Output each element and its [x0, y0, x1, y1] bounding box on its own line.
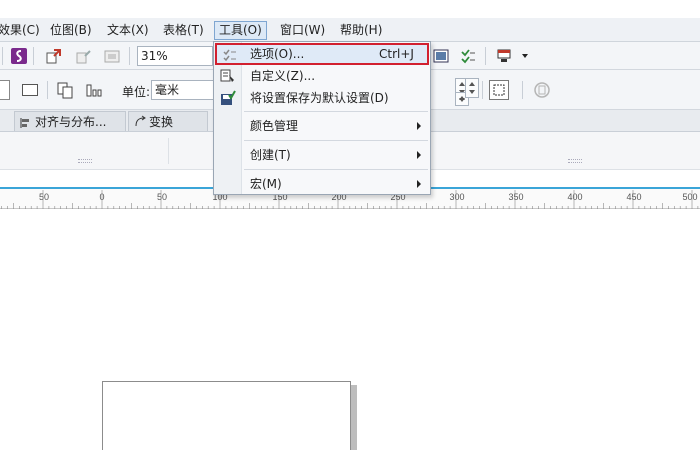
toolbar-separator [522, 81, 523, 99]
current-page-icon[interactable] [84, 80, 104, 100]
ruler-label: 350 [508, 192, 523, 202]
chevron-down-icon[interactable] [515, 46, 535, 66]
units-label: 单位: [122, 85, 151, 99]
menu-effects[interactable]: 效果(C) [0, 21, 44, 40]
menu-item-create[interactable]: 创建(T) [215, 144, 429, 166]
units-select[interactable]: 毫米 [151, 80, 215, 100]
submenu-arrow-icon [417, 180, 421, 188]
menu-item-color-management-label: 颜色管理 [250, 119, 299, 133]
menu-bar: 效果(C) 位图(B) 文本(X) 表格(T) 工具(O) 窗口(W) 帮助(H… [0, 18, 700, 42]
menu-item-create-label: 创建(T) [250, 148, 291, 162]
menu-item-options[interactable]: 选项(O)... Ctrl+J [215, 43, 429, 65]
menu-separator [244, 169, 428, 170]
units-value: 毫米 [155, 83, 180, 97]
corel-launcher-icon[interactable] [9, 46, 29, 66]
menu-item-macros[interactable]: 宏(M) [215, 173, 429, 195]
menu-item-save-defaults[interactable]: 将设置保存为默认设置(D) [215, 87, 429, 109]
view-manager-icon[interactable] [431, 46, 451, 66]
ruler-label: 300 [449, 192, 464, 202]
menu-item-customize[interactable]: 自定义(Z)... [215, 65, 429, 87]
menu-text[interactable]: 文本(X) [103, 21, 153, 40]
menu-item-save-defaults-label: 将设置保存为默认设置(D) [250, 91, 389, 105]
ruler-label: 50 [157, 192, 167, 202]
menu-separator [244, 111, 428, 112]
menu-bitmaps[interactable]: 位图(B) [46, 21, 96, 40]
all-pages-icon[interactable] [55, 80, 75, 100]
toolbar-separator [47, 81, 48, 99]
toolbar-separator [129, 47, 130, 65]
application-launcher-icon[interactable] [494, 46, 514, 66]
tab-transform[interactable]: 变换 [128, 111, 208, 131]
ruler-label: 500 [682, 192, 697, 202]
ruler-label: 400 [567, 192, 582, 202]
menu-help[interactable]: 帮助(H) [336, 21, 386, 40]
document-page[interactable] [102, 381, 351, 450]
title-strip [0, 0, 700, 18]
toolbar-separator [2, 47, 3, 65]
menu-item-options-shortcut: Ctrl+J [379, 47, 414, 61]
menu-window[interactable]: 窗口(W) [276, 21, 329, 40]
submenu-arrow-icon [417, 151, 421, 159]
ruler-label: 50 [39, 192, 49, 202]
submenu-arrow-icon [417, 122, 421, 130]
tab-transform-label: 变换 [149, 115, 174, 129]
options-icon [222, 48, 238, 64]
duplicate-distance-spinner-2[interactable] [465, 78, 479, 98]
zoom-value: 31% [141, 49, 168, 63]
zoom-level-field[interactable]: 31% [137, 46, 213, 66]
export-icon[interactable] [74, 46, 94, 66]
docker-grip[interactable] [568, 159, 582, 163]
page-shadow [351, 385, 357, 450]
menu-item-color-management[interactable]: 颜色管理 [215, 115, 429, 137]
toolbar-separator [33, 47, 34, 65]
ruler-label: 450 [626, 192, 641, 202]
menu-item-options-label: 选项(O)... [250, 47, 305, 61]
menu-tools[interactable]: 工具(O) [214, 21, 267, 40]
menu-separator [244, 140, 428, 141]
menu-item-customize-label: 自定义(Z)... [250, 69, 316, 83]
tools-menu-dropdown: 选项(O)... Ctrl+J 自定义(Z)... 将设置保存为默认设置(D) … [213, 41, 431, 195]
toolbar-separator [485, 47, 486, 65]
toolbar-separator [482, 81, 483, 99]
landscape-page-icon[interactable] [22, 84, 38, 96]
import-icon[interactable] [44, 46, 64, 66]
portrait-page-icon[interactable] [0, 80, 10, 100]
drawing-canvas[interactable] [0, 210, 700, 450]
customize-icon [220, 68, 236, 84]
treat-as-filled-icon[interactable] [489, 80, 509, 100]
save-defaults-icon [220, 90, 236, 106]
menu-table[interactable]: 表格(T) [159, 21, 208, 40]
menu-item-macros-label: 宏(M) [250, 177, 282, 191]
docker-divider [168, 138, 169, 164]
docker-grip[interactable] [78, 159, 92, 163]
options-toolbar-icon[interactable] [458, 46, 478, 66]
publish-pdf-icon[interactable] [102, 46, 122, 66]
tab-align-distribute[interactable]: 对齐与分布... [14, 111, 126, 131]
page-options-icon[interactable] [532, 80, 552, 100]
tab-align-label: 对齐与分布... [35, 115, 107, 129]
